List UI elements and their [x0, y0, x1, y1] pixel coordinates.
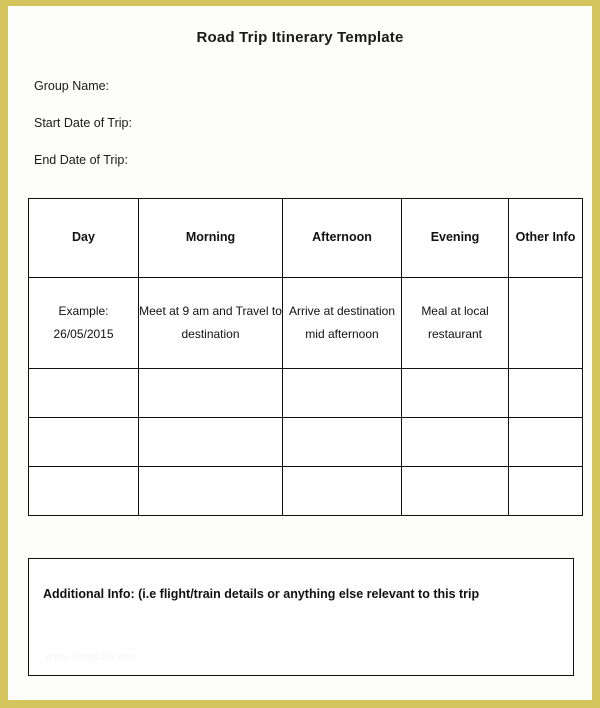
column-header-evening: Evening: [401, 198, 509, 278]
cell-afternoon[interactable]: [282, 466, 402, 516]
column-header-afternoon: Afternoon: [282, 198, 402, 278]
cell-day[interactable]: [28, 368, 139, 418]
additional-info-box[interactable]: Additional Info: (i.e flight/train detai…: [28, 558, 574, 676]
cell-evening[interactable]: [401, 417, 509, 467]
table-row: [28, 466, 583, 516]
table-row: Example: 26/05/2015 Meet at 9 am and Tra…: [28, 277, 583, 369]
cell-day[interactable]: Example: 26/05/2015: [28, 277, 139, 369]
page-title: Road Trip Itinerary Template: [196, 29, 404, 46]
cell-evening[interactable]: [401, 368, 509, 418]
itinerary-table: Day Morning Afternoon Evening Other Info…: [28, 198, 583, 516]
cell-day[interactable]: [28, 466, 139, 516]
cell-afternoon[interactable]: [282, 417, 402, 467]
column-header-other-info: Other Info: [508, 198, 583, 278]
field-label-end-date: End Date of Trip:: [34, 153, 128, 167]
cell-other-info[interactable]: [508, 417, 583, 467]
field-label-start-date: Start Date of Trip:: [34, 116, 132, 130]
table-header-row: Day Morning Afternoon Evening Other Info: [28, 198, 583, 278]
page-gold-frame: Road Trip Itinerary Template Group Name:…: [0, 0, 600, 708]
table-row: [28, 417, 583, 467]
cell-day[interactable]: [28, 417, 139, 467]
cell-morning[interactable]: [138, 417, 283, 467]
cell-other-info[interactable]: [508, 277, 583, 369]
watermark: www.template.net: [45, 652, 134, 663]
cell-morning[interactable]: [138, 368, 283, 418]
cell-other-info[interactable]: [508, 466, 583, 516]
additional-info-label: Additional Info: (i.e flight/train detai…: [43, 587, 480, 601]
cell-morning[interactable]: Meet at 9 am and Travel to destination: [138, 277, 283, 369]
column-header-morning: Morning: [138, 198, 283, 278]
cell-evening[interactable]: [401, 466, 509, 516]
cell-afternoon[interactable]: Arrive at destination mid afternoon: [282, 277, 402, 369]
table-row: [28, 368, 583, 418]
cell-other-info[interactable]: [508, 368, 583, 418]
cell-afternoon[interactable]: [282, 368, 402, 418]
cell-morning[interactable]: [138, 466, 283, 516]
document-sheet: Road Trip Itinerary Template Group Name:…: [8, 6, 592, 700]
cell-evening[interactable]: Meal at local restaurant: [401, 277, 509, 369]
field-label-group-name: Group Name:: [34, 79, 110, 93]
column-header-day: Day: [28, 198, 139, 278]
